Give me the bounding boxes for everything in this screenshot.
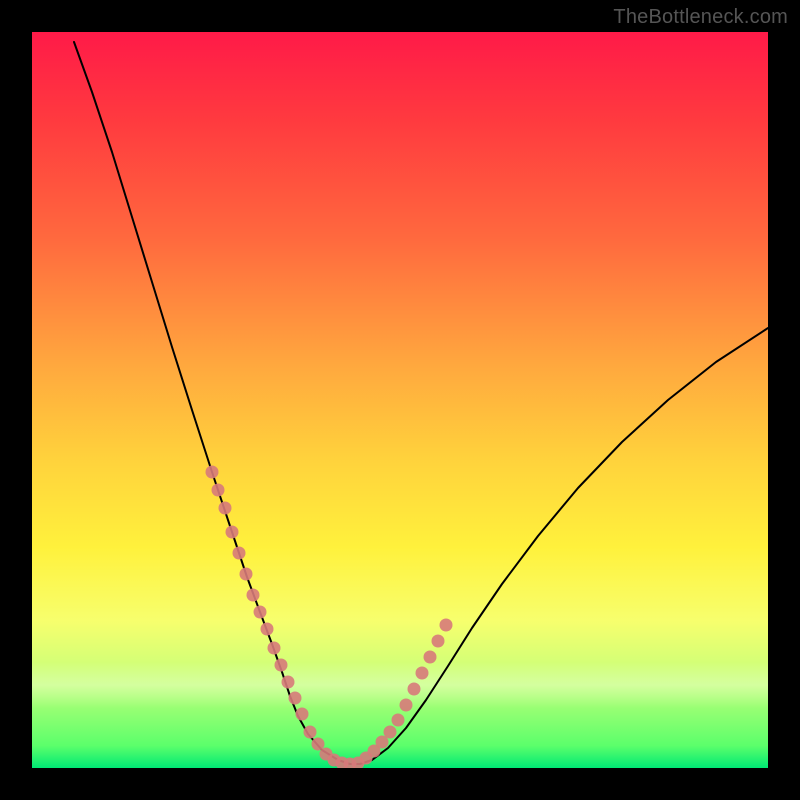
highlight-dot <box>206 466 219 479</box>
highlight-dot <box>226 526 239 539</box>
watermark-text: TheBottleneck.com <box>613 6 788 29</box>
highlight-dot <box>282 676 295 689</box>
highlight-dot <box>432 635 445 648</box>
curve-layer <box>32 32 768 768</box>
highlight-dot <box>261 623 274 636</box>
highlight-dot <box>400 699 413 712</box>
highlight-dot <box>254 606 267 619</box>
highlight-dot <box>289 692 302 705</box>
highlight-dot <box>440 619 453 632</box>
highlight-dot <box>268 642 281 655</box>
highlight-dot <box>296 708 309 721</box>
highlight-dot <box>384 726 397 739</box>
highlight-dot <box>408 683 421 696</box>
chart-canvas: TheBottleneck.com <box>0 0 800 800</box>
highlight-dot <box>416 667 429 680</box>
highlight-dot <box>240 568 253 581</box>
highlight-dot <box>424 651 437 664</box>
highlight-dot <box>219 502 232 515</box>
highlight-dot <box>212 484 225 497</box>
highlight-dot <box>233 547 246 560</box>
bottleneck-curve <box>74 42 768 764</box>
highlight-dot <box>392 714 405 727</box>
highlight-dot <box>275 659 288 672</box>
highlight-dot <box>304 726 317 739</box>
plot-area <box>32 32 768 768</box>
highlight-dot <box>247 589 260 602</box>
